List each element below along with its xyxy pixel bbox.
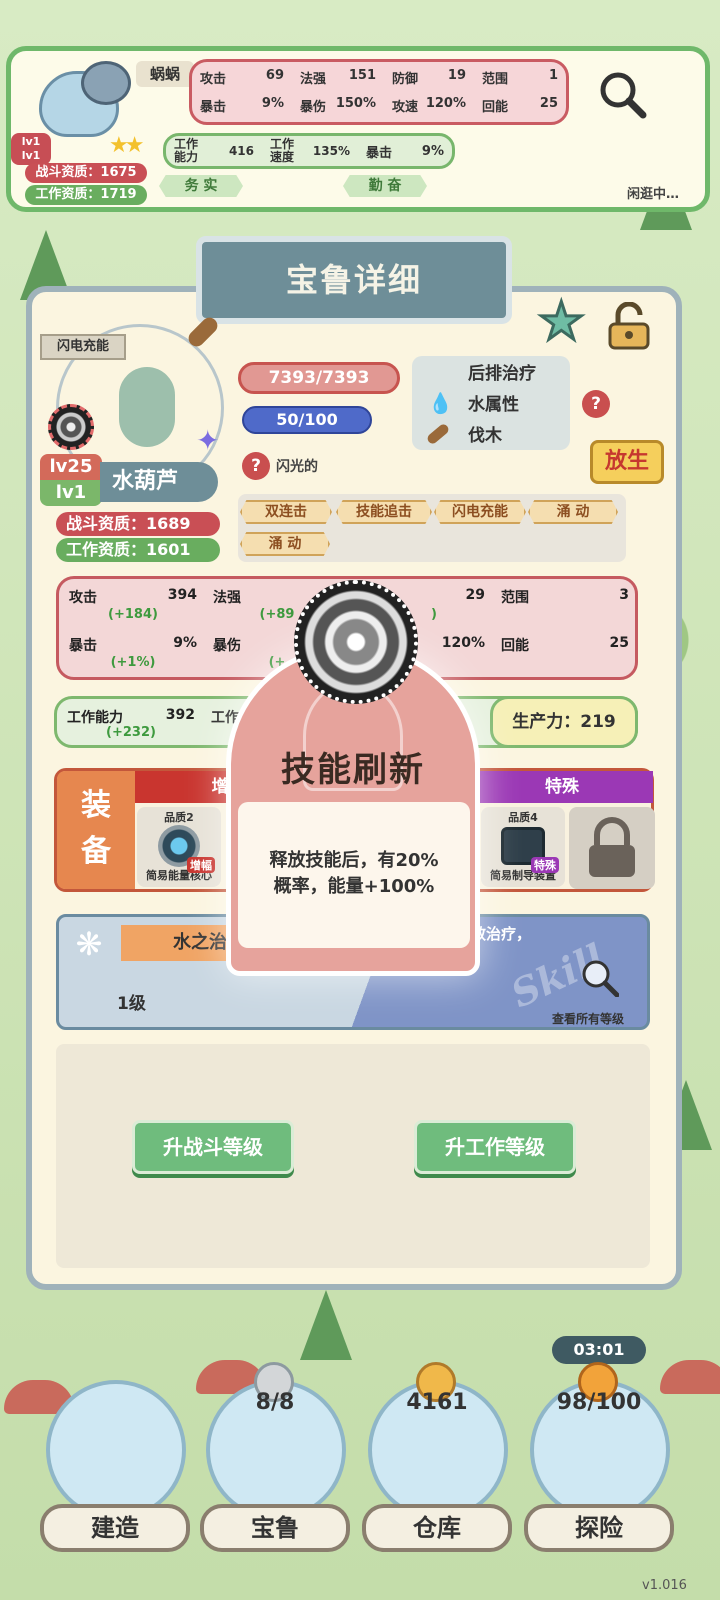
log-icon: [425, 421, 451, 446]
equipment-label: 装 备: [57, 771, 135, 889]
tree: [300, 1290, 352, 1360]
trait-tag[interactable]: 勤 奋: [343, 175, 427, 197]
nav-storage[interactable]: 4161 仓库: [362, 1362, 512, 1564]
popup-title: 技能刷新: [281, 750, 425, 790]
water-drop-icon: 💧: [428, 390, 453, 415]
role-label: 后排治疗: [468, 364, 536, 384]
upgrade-work-button[interactable]: 升工作等级: [414, 1120, 576, 1174]
stat-energy-regen: 回能 25: [501, 635, 629, 654]
equip-special-header: 特殊: [471, 771, 653, 803]
level-badge: lv25 lv1: [40, 454, 102, 506]
view-all-levels[interactable]: 查看所有等级: [552, 1010, 624, 1027]
work-stats-summary: 工作 能力 416 工作 速度 135% 暴击 9%: [163, 133, 455, 169]
stat-crit: 暴击 9% (+1%): [69, 635, 197, 670]
popup-desc: 释放技能后，有20% 概率，能量+100%: [269, 850, 439, 897]
build-icon: [46, 1380, 186, 1520]
vortex-skill-icon: [294, 580, 418, 704]
equip-slot[interactable]: 品质4 特殊 简易制导装置: [481, 807, 565, 887]
element-label: 💧 水属性: [428, 390, 519, 416]
work-skill-label: 伐木: [412, 418, 570, 449]
skill-tag[interactable]: 闪电充能: [434, 500, 526, 524]
work-aptitude: 工作资质：1601: [56, 538, 220, 562]
magnifier-icon[interactable]: [579, 957, 619, 997]
search-icon[interactable]: [597, 69, 647, 119]
skill-tag[interactable]: 涌 动: [240, 532, 330, 556]
combat-aptitude: 战斗资质：1689: [56, 512, 220, 536]
pet-info-box: 后排治疗 💧 水属性 伐木: [412, 356, 570, 450]
combat-stats-summary: 攻击 69 法强 151 防御 19 范围 1 暴击 9% 暴伤 150% 攻速 120% 回…: [189, 59, 569, 125]
equip-slot[interactable]: 品质2 增幅 简易能量核心: [137, 807, 221, 887]
lock-icon[interactable]: [569, 807, 655, 889]
help-icon[interactable]: ?: [242, 452, 270, 480]
stat-attack: 攻击 394 (+184): [69, 587, 197, 622]
passive-skills-box: 双连击 技能追击 闪电充能 涌 动 涌 动: [238, 494, 626, 562]
shiny-label: 闪光的: [276, 459, 318, 475]
energy-bar: 50/100: [242, 406, 372, 434]
panel-title: 宝鲁详细: [196, 236, 512, 324]
skill-tag[interactable]: 技能追击: [336, 500, 432, 524]
skill-tag[interactable]: 双连击: [240, 500, 332, 524]
trait-tag[interactable]: 务 实: [159, 175, 243, 197]
combat-aptitude: 战斗资质：1675: [25, 163, 147, 183]
hp-bar: 7393/7393: [238, 362, 400, 394]
top-pet-card[interactable]: lv1 lv1 ★★ 蜗蜗 战斗资质：1675 工作资质：1719 攻击 69 法强…: [6, 46, 710, 212]
version-label: v1.016: [642, 1578, 687, 1593]
skill-tag[interactable]: 涌 动: [528, 500, 618, 524]
productivity: 生产力：219: [490, 696, 638, 748]
skill-desc: 效治疗，: [471, 925, 532, 943]
lotus-icon: ❋: [75, 925, 103, 963]
unlock-icon[interactable]: [606, 302, 652, 350]
help-icon[interactable]: ?: [582, 390, 610, 418]
nav-build[interactable]: 建造: [40, 1380, 190, 1564]
pet-status: 闲逛中…: [626, 187, 679, 202]
nav-explore[interactable]: 98/100 探险: [524, 1362, 674, 1564]
release-button[interactable]: 放生: [590, 440, 664, 484]
flash-charge-tag: 闪电充能: [40, 334, 126, 360]
work-aptitude: 工作资质：1719: [25, 185, 147, 205]
level-badge: lv1 lv1: [11, 133, 51, 165]
star-rating-icon: ★★: [109, 133, 145, 158]
stat-range: 范围 3: [501, 587, 629, 606]
vortex-icon: [48, 404, 94, 450]
stat-work-ability: 工作能力 392 (+232): [67, 707, 195, 740]
timer: 03:01: [552, 1336, 646, 1364]
gem-star-icon: ✦: [196, 424, 220, 457]
upgrade-combat-button[interactable]: 升战斗等级: [132, 1120, 294, 1174]
pet-name[interactable]: 水葫芦: [100, 462, 218, 502]
nav-pets[interactable]: 8/8 宝鲁: [200, 1362, 350, 1564]
favorite-star-icon[interactable]: ★: [537, 295, 587, 350]
pet-name: 蜗蜗: [136, 61, 194, 87]
skill-level: 1级: [117, 994, 146, 1014]
